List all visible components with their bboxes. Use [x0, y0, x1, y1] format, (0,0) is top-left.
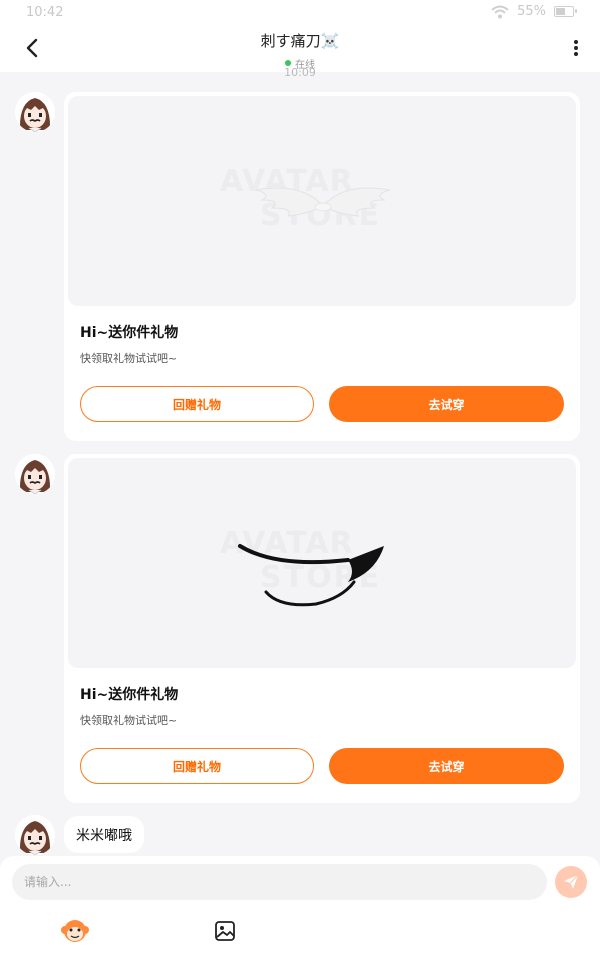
gift-message-card: AVATAR STORE Hi~送你件礼物 快领取礼物试试吧~ 回赠礼物 去试穿: [64, 92, 580, 441]
more-options-button[interactable]: [566, 34, 586, 62]
gift-title: Hi~送你件礼物: [80, 325, 179, 341]
image-picker-button[interactable]: [210, 916, 240, 946]
gift-subtitle: 快领取礼物试试吧~: [80, 714, 178, 727]
girl-avatar-icon: [15, 815, 55, 855]
gift-preview[interactable]: AVATAR STORE: [68, 96, 576, 306]
wifi-icon: [491, 5, 509, 18]
message-composer: [0, 856, 600, 960]
gift-message-card: AVATAR STORE Hi~送你件礼物 快领取礼物试试吧~ 回赠礼物 去试穿: [64, 454, 580, 803]
girl-avatar-icon: [15, 92, 55, 132]
try-on-button[interactable]: 去试穿: [329, 748, 564, 784]
status-icons: 55%: [491, 4, 577, 19]
send-button[interactable]: [555, 866, 587, 898]
chat-title: 刺す痛刀☠️: [260, 32, 340, 50]
send-icon: [564, 874, 579, 889]
avatar[interactable]: [15, 815, 55, 855]
battery-level: 55%: [517, 4, 546, 19]
return-gift-button[interactable]: 回赠礼物: [80, 748, 314, 784]
image-icon: [215, 921, 235, 941]
text-message-bubble[interactable]: 米米嘟哦: [64, 816, 144, 853]
monkey-sticker-icon: [61, 920, 89, 942]
sticker-button[interactable]: [60, 916, 90, 946]
message-timestamp: 10:09: [284, 66, 316, 79]
more-vertical-icon: [574, 40, 578, 56]
message-input[interactable]: [12, 864, 547, 900]
eye-patch-icon: [238, 544, 384, 607]
girl-avatar-icon: [15, 454, 55, 494]
chat-title-block: 刺す痛刀☠️ 在线: [0, 30, 600, 71]
gift-subtitle: 快领取礼物试试吧~: [80, 352, 178, 365]
gift-title: Hi~送你件礼物: [80, 687, 179, 703]
avatar[interactable]: [15, 92, 55, 132]
status-time: 10:42: [26, 5, 64, 20]
try-on-button[interactable]: 去试穿: [329, 386, 564, 422]
angel-wings-icon: [255, 187, 391, 217]
status-bar: 10:42 55%: [0, 0, 600, 26]
return-gift-button[interactable]: 回赠礼物: [80, 386, 314, 422]
gift-preview[interactable]: AVATAR STORE: [68, 458, 576, 668]
avatar[interactable]: [15, 454, 55, 494]
battery-icon: [554, 6, 577, 17]
